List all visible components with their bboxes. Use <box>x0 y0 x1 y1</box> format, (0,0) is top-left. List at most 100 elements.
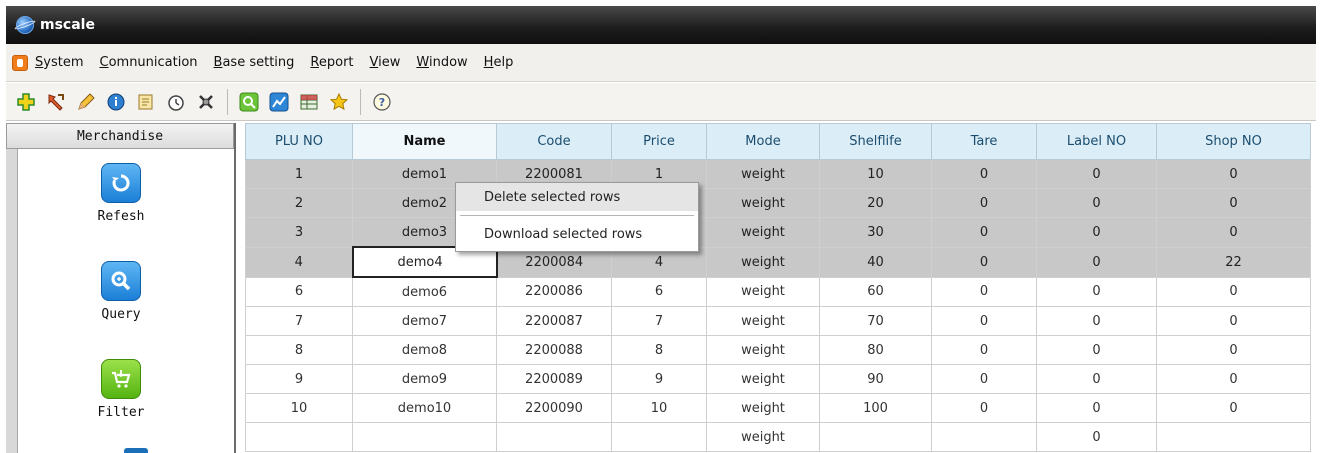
menu-window[interactable]: Window <box>416 55 467 70</box>
table-row[interactable]: 4 demo4 2200084 4 weight 40 0 0 22 <box>245 246 1311 278</box>
cell[interactable]: 0 <box>1156 159 1311 189</box>
cell[interactable]: 0 <box>1156 306 1311 336</box>
column-header-tare[interactable]: Tare <box>931 123 1037 160</box>
cell[interactable]: 30 <box>819 217 932 248</box>
cell[interactable]: 6 <box>245 276 353 307</box>
cell[interactable]: 0 <box>1156 335 1311 365</box>
menu-communication[interactable]: Comnunication <box>100 55 198 70</box>
cell[interactable]: 40 <box>819 246 932 278</box>
menu-view[interactable]: View <box>370 55 401 70</box>
table-row[interactable]: 10 demo10 2200090 10 weight 100 0 0 0 <box>245 393 1311 423</box>
cell[interactable]: weight <box>706 422 820 452</box>
cell[interactable]: 70 <box>819 306 932 336</box>
cell[interactable]: 4 <box>245 246 353 278</box>
add-icon[interactable] <box>14 90 38 114</box>
cell[interactable]: 1 <box>245 159 353 189</box>
cell[interactable]: weight <box>706 276 820 307</box>
cell[interactable]: weight <box>706 393 820 423</box>
cell[interactable]: 0 <box>1036 188 1157 218</box>
cell[interactable] <box>352 422 497 452</box>
cell[interactable]: weight <box>706 335 820 365</box>
cell[interactable]: 0 <box>1036 335 1157 365</box>
next-nav-icon[interactable] <box>124 448 148 453</box>
cell[interactable]: 0 <box>1036 159 1157 189</box>
cell[interactable]: 0 <box>931 246 1037 278</box>
cell[interactable]: 10 <box>611 393 707 423</box>
download-selected-rows-item[interactable]: Download selected rows <box>456 220 698 248</box>
cell[interactable]: 2200090 <box>496 393 612 423</box>
cell[interactable]: 0 <box>931 364 1037 394</box>
cell[interactable]: 2200089 <box>496 364 612 394</box>
cell[interactable]: 80 <box>819 335 932 365</box>
column-header-plu-no[interactable]: PLU NO <box>245 123 353 160</box>
column-header-mode[interactable]: Mode <box>706 123 820 160</box>
cell[interactable]: weight <box>706 306 820 336</box>
cell[interactable]: 0 <box>931 335 1037 365</box>
cell[interactable]: 0 <box>931 306 1037 336</box>
table-row[interactable]: 3 demo3 2200083 3 weight 30 0 0 0 <box>245 217 1311 248</box>
search-icon[interactable] <box>237 90 261 114</box>
cell[interactable]: demo8 <box>352 335 497 365</box>
cell[interactable]: 6 <box>611 276 707 307</box>
table-row[interactable]: 9 demo9 2200089 9 weight 90 0 0 0 <box>245 364 1311 394</box>
table-icon[interactable] <box>297 90 321 114</box>
cell[interactable]: 8 <box>611 335 707 365</box>
cell[interactable]: weight <box>706 246 820 278</box>
cell[interactable]: 8 <box>245 335 353 365</box>
table-row[interactable]: 7 demo7 2200087 7 weight 70 0 0 0 <box>245 306 1311 336</box>
cell[interactable]: 10 <box>245 393 353 423</box>
cell[interactable]: demo9 <box>352 364 497 394</box>
settings-icon[interactable] <box>194 90 218 114</box>
cell[interactable]: 0 <box>1036 217 1157 248</box>
cell[interactable]: 0 <box>931 276 1037 307</box>
cell[interactable]: demo7 <box>352 306 497 336</box>
cell[interactable]: 0 <box>931 159 1037 189</box>
cell[interactable]: 22 <box>1156 246 1311 278</box>
help-icon[interactable]: ? <box>370 90 394 114</box>
cell[interactable]: 0 <box>1036 306 1157 336</box>
star-icon[interactable] <box>327 90 351 114</box>
cell[interactable]: 9 <box>611 364 707 394</box>
column-header-price[interactable]: Price <box>611 123 707 160</box>
cell[interactable]: 0 <box>1036 276 1157 307</box>
cell[interactable]: 0 <box>1036 364 1157 394</box>
menu-report[interactable]: Report <box>310 55 353 70</box>
cell[interactable]: weight <box>706 217 820 248</box>
note-icon[interactable] <box>134 90 158 114</box>
cell[interactable]: 20 <box>819 188 932 218</box>
column-header-code[interactable]: Code <box>496 123 612 160</box>
menu-system[interactable]: System <box>35 55 84 70</box>
cell[interactable]: 100 <box>819 393 932 423</box>
cell[interactable]: demo6 <box>352 276 497 307</box>
cell[interactable]: 0 <box>1156 393 1311 423</box>
cell[interactable]: 2200086 <box>496 276 612 307</box>
table-row[interactable]: 6 demo6 2200086 6 weight 60 0 0 0 <box>245 276 1311 307</box>
cell[interactable]: 60 <box>819 276 932 307</box>
system-menu-icon[interactable] <box>12 54 28 71</box>
cell[interactable]: 3 <box>245 217 353 248</box>
menu-base-setting[interactable]: Base setting <box>214 55 295 70</box>
table-row[interactable]: 8 demo8 2200088 8 weight 80 0 0 0 <box>245 335 1311 365</box>
cell[interactable]: weight <box>706 188 820 218</box>
cell[interactable]: 0 <box>1156 188 1311 218</box>
column-header-shop-no[interactable]: Shop NO <box>1156 123 1311 160</box>
cell[interactable]: 0 <box>1036 246 1157 278</box>
cell[interactable]: 0 <box>1036 393 1157 423</box>
cell[interactable] <box>931 422 1037 452</box>
edit-icon[interactable] <box>74 90 98 114</box>
cell[interactable]: 7 <box>245 306 353 336</box>
column-header-label-no[interactable]: Label NO <box>1036 123 1157 160</box>
menu-help[interactable]: Help <box>484 55 514 70</box>
cell[interactable]: 2200088 <box>496 335 612 365</box>
cell[interactable]: weight <box>706 364 820 394</box>
column-header-shelflife[interactable]: Shelflife <box>819 123 932 160</box>
cell[interactable]: weight <box>706 159 820 189</box>
query-button[interactable]: Query <box>66 261 176 322</box>
cell[interactable]: 0 <box>1156 217 1311 248</box>
info-icon[interactable] <box>104 90 128 114</box>
cell[interactable]: 7 <box>611 306 707 336</box>
chart-icon[interactable] <box>267 90 291 114</box>
refresh-button[interactable]: Refesh <box>66 163 176 224</box>
cell[interactable] <box>611 422 707 452</box>
cell[interactable]: 2 <box>245 188 353 218</box>
